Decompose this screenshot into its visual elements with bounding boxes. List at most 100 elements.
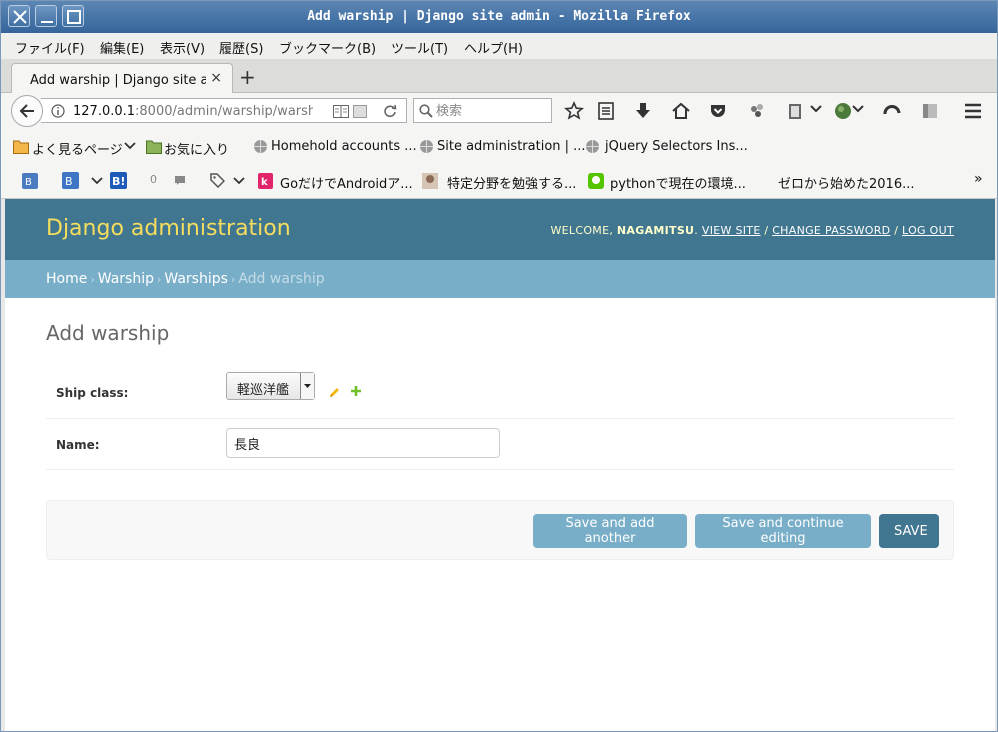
svg-text:B!: B! [112, 175, 125, 188]
bookmark-python-env[interactable]: pythonで現在の環境... [610, 173, 746, 192]
breadcrumb-app[interactable]: Warship [98, 271, 154, 287]
hamburger-menu-icon[interactable] [963, 101, 983, 121]
addon-toolbar: B B B! 0 k GoだけでAndroidア... 特定分野を勉強する... [1, 163, 997, 199]
ship-class-label: Ship class: [56, 386, 129, 400]
bookmark-zero-2016[interactable]: ゼロから始めた2016... [778, 173, 914, 192]
menu-bar: ファイル(F) 編集(E) 表示(V) 履歴(S) ブックマーク(B) ツール(… [1, 33, 997, 59]
site-branding[interactable]: Django administration [46, 216, 291, 241]
chevron-down-icon[interactable] [233, 176, 245, 186]
tag-icon[interactable] [210, 173, 225, 188]
save-and-continue-button[interactable]: Save and continue editing [695, 514, 871, 548]
pencil-icon[interactable] [328, 386, 341, 399]
bookmarks-overflow-button[interactable]: » [974, 171, 983, 187]
hatena-add-icon[interactable]: B [62, 172, 79, 189]
menu-history[interactable]: 履歴(S) [219, 38, 263, 57]
view-site-link[interactable]: VIEW SITE [702, 224, 761, 237]
svg-text:B: B [65, 175, 73, 188]
submit-row: Save and add another Save and continue e… [46, 500, 954, 560]
menu-view[interactable]: 表示(V) [160, 38, 205, 57]
url-bar[interactable]: 127.0.0.1:8000/admin/warship/warship/ [41, 98, 407, 123]
hatena-icon[interactable]: B [22, 173, 38, 189]
bookmark-star-icon[interactable] [564, 101, 584, 121]
page-title: Add warship [46, 321, 170, 345]
clipboard-icon[interactable] [785, 101, 805, 121]
chevron-down-icon[interactable] [851, 102, 865, 116]
save-and-add-another-button[interactable]: Save and add another [533, 514, 687, 548]
chevron-down-icon[interactable] [124, 141, 136, 151]
name-label: Name: [56, 438, 100, 452]
breadcrumb-home[interactable]: Home [46, 271, 87, 287]
site-favicon-icon: k [258, 173, 273, 189]
addon-icon[interactable] [747, 101, 767, 121]
back-button[interactable] [11, 95, 43, 127]
navigation-bar: 127.0.0.1:8000/admin/warship/warship/ [1, 93, 997, 129]
save-button[interactable]: SAVE [879, 514, 939, 548]
breadcrumb-model[interactable]: Warships [164, 271, 228, 287]
add-plus-icon[interactable] [350, 385, 362, 397]
search-input[interactable] [436, 102, 546, 120]
new-tab-button[interactable]: + [239, 65, 256, 89]
ship-class-value: 軽巡洋艦 [237, 383, 290, 398]
tab-close-icon[interactable]: × [210, 70, 222, 86]
username: NAGAMITSU [616, 224, 695, 237]
django-header: Django administration WELCOME, NAGAMITSU… [5, 199, 995, 260]
home-icon[interactable] [671, 101, 691, 121]
chevron-down-icon[interactable] [809, 102, 823, 116]
search-icon [419, 104, 433, 118]
bookmark-jquery-selectors[interactable]: jQuery Selectors Ins... [605, 139, 748, 154]
bookmark-go-android[interactable]: GoだけでAndroidア... [280, 173, 413, 192]
reload-icon[interactable] [383, 104, 397, 118]
download-icon[interactable] [633, 101, 653, 121]
tab-label: Add warship | Django site admin [30, 73, 206, 88]
tab-add-warship[interactable]: Add warship | Django site admin × [11, 63, 233, 94]
folder-icon [146, 140, 162, 154]
bookmark-count: 0 [150, 173, 157, 186]
change-password-link[interactable]: CHANGE PASSWORD [772, 224, 890, 237]
menu-help[interactable]: ヘルプ(H) [464, 38, 523, 57]
welcome-text: WELCOME, [550, 224, 614, 237]
reader-view-icon[interactable] [333, 105, 349, 118]
page-action-icon[interactable] [353, 105, 367, 118]
breadcrumb-current: Add warship [238, 271, 325, 287]
url-text[interactable]: 127.0.0.1:8000/admin/warship/warship/ [73, 104, 313, 119]
globe-icon [254, 140, 267, 153]
browser-window: Add warship | Django site admin - Mozill… [0, 0, 998, 732]
menu-bookmarks[interactable]: ブックマーク(B) [279, 38, 376, 57]
folder-icon [13, 140, 29, 154]
bookmarks-toolbar: よく見るページ お気に入り Homehold accounts ... Site… [1, 129, 997, 163]
bookmark-homehold[interactable]: Homehold accounts ... [271, 139, 417, 154]
title-bar: Add warship | Django site admin - Mozill… [1, 1, 997, 33]
chevron-down-icon[interactable] [91, 176, 103, 186]
user-tools: WELCOME, NAGAMITSU. VIEW SITE / CHANGE P… [550, 224, 954, 237]
comment-icon[interactable] [174, 175, 186, 186]
logout-link[interactable]: LOG OUT [902, 224, 954, 237]
bookmark-favorites[interactable]: お気に入り [164, 139, 229, 158]
form-row-ship-class: Ship class: 軽巡洋艦 [46, 366, 954, 419]
ship-class-select[interactable]: 軽巡洋艦 [226, 372, 315, 400]
name-field[interactable] [226, 428, 500, 458]
form-row-name: Name: [46, 419, 954, 470]
menu-tools[interactable]: ツール(T) [391, 38, 448, 57]
page-content: Django administration WELCOME, NAGAMITSU… [5, 199, 995, 731]
bookmark-site-administration[interactable]: Site administration | ... [437, 139, 586, 154]
menu-file[interactable]: ファイル(F) [15, 38, 85, 57]
search-bar[interactable] [413, 98, 552, 123]
avatar-favicon-icon [422, 173, 438, 189]
svg-text:B: B [25, 177, 32, 188]
sync-icon[interactable] [882, 101, 902, 121]
globe-icon [420, 140, 433, 153]
pocket-icon[interactable] [708, 101, 728, 121]
hatena-bookmark-icon[interactable]: B! [110, 172, 127, 189]
tab-bar: Add warship | Django site admin × + [1, 59, 997, 94]
bookmarks-list-icon[interactable] [596, 101, 616, 121]
sidebar-icon[interactable] [920, 101, 940, 121]
bookmark-most-visited[interactable]: よく見るページ [32, 139, 123, 158]
site-favicon-icon [588, 173, 604, 189]
svg-text:k: k [261, 177, 268, 188]
arrow-left-icon [19, 104, 34, 118]
menu-edit[interactable]: 編集(E) [100, 38, 144, 57]
globe-icon [586, 140, 599, 153]
globe-addon-icon[interactable] [833, 101, 853, 121]
bookmark-study-field[interactable]: 特定分野を勉強する... [447, 173, 576, 192]
info-icon[interactable] [51, 104, 65, 118]
